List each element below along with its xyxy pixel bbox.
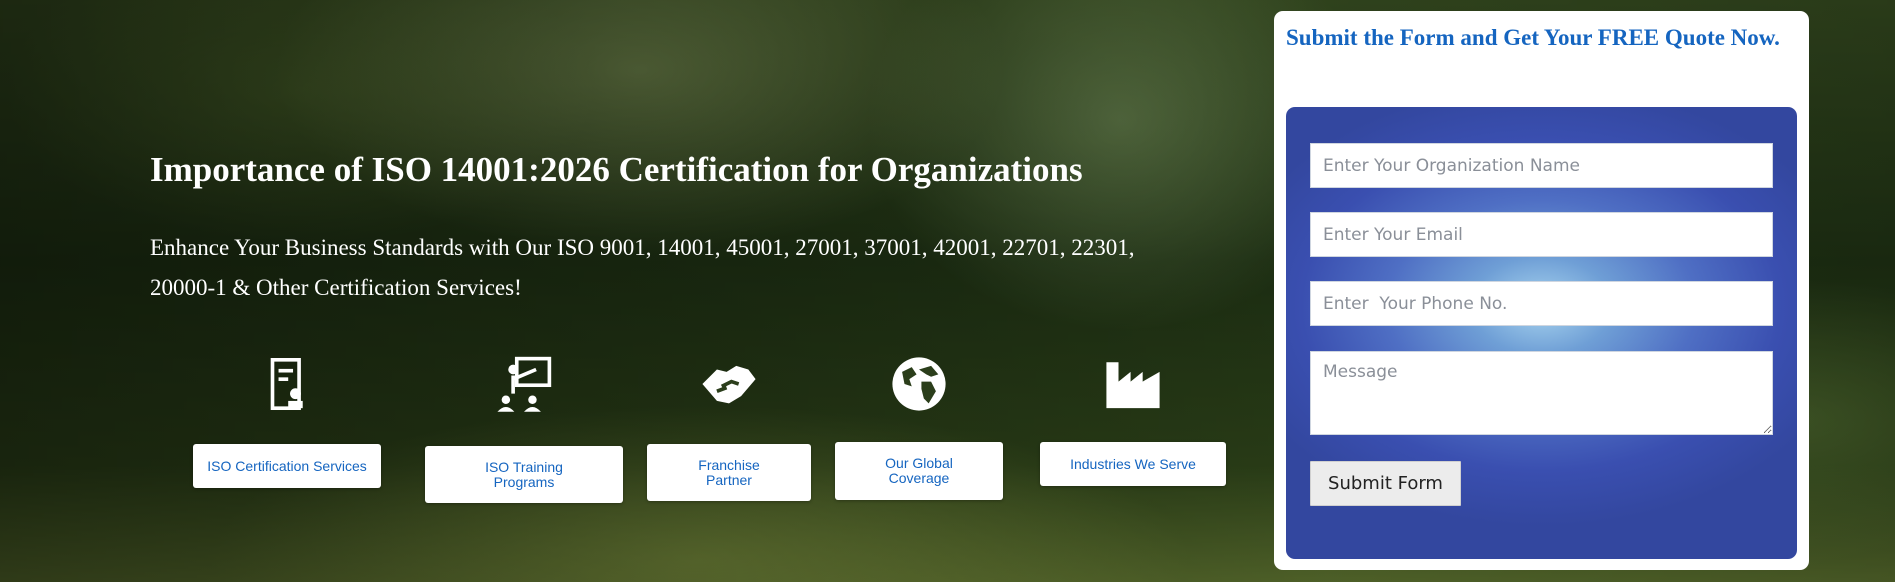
phone-input[interactable]	[1310, 281, 1773, 326]
global-coverage-button[interactable]: Our Global Coverage	[835, 442, 1003, 500]
quote-form: Submit Form	[1286, 107, 1797, 559]
page-title: Importance of ISO 14001:2026 Certificati…	[150, 150, 1083, 189]
service-franchise-partner: Franchise Partner	[646, 354, 812, 501]
submit-form-button[interactable]: Submit Form	[1310, 461, 1461, 506]
franchise-partner-button[interactable]: Franchise Partner	[647, 444, 811, 501]
handshake-icon	[699, 354, 759, 414]
globe-icon	[889, 354, 949, 414]
hero-subtitle: Enhance Your Business Standards with Our…	[150, 235, 1135, 300]
service-iso-certification: ISO Certification Services	[176, 354, 398, 488]
service-global-coverage: Our Global Coverage	[835, 354, 1003, 500]
training-presentation-icon	[494, 354, 554, 414]
form-heading: Submit the Form and Get Your FREE Quote …	[1286, 25, 1780, 50]
iso-certification-services-button[interactable]: ISO Certification Services	[193, 444, 381, 488]
email-input[interactable]	[1310, 212, 1773, 257]
service-iso-training: ISO Training Programs	[424, 354, 624, 503]
factory-icon	[1103, 354, 1163, 414]
message-textarea[interactable]	[1310, 351, 1773, 435]
iso-training-programs-button[interactable]: ISO Training Programs	[425, 446, 623, 503]
organization-name-input[interactable]	[1310, 143, 1773, 188]
certificate-icon	[257, 354, 317, 414]
industries-we-serve-button[interactable]: Industries We Serve	[1040, 442, 1226, 486]
quote-form-card: Submit the Form and Get Your FREE Quote …	[1274, 11, 1809, 570]
service-industries: Industries We Serve	[1040, 354, 1226, 486]
